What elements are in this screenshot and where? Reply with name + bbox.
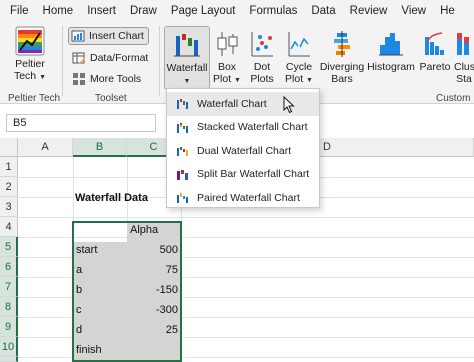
menu-item-dual-waterfall-chart[interactable]: Dual Waterfall Chart <box>167 139 319 163</box>
mouse-cursor-icon <box>283 96 295 114</box>
menu-item-label: Waterfall Chart <box>197 97 267 110</box>
peltier-label-2: Tech <box>13 70 37 82</box>
cycle-plot-label-1: Cycle <box>285 61 313 73</box>
tab-insert[interactable]: Insert <box>80 0 123 22</box>
insert-chart-label: Insert Chart <box>89 30 144 42</box>
menu-item-label: Split Bar Waterfall Chart <box>197 168 310 181</box>
diverging-label-1: Diverging <box>319 61 365 73</box>
dot-plots-label-2: Plots <box>250 73 274 85</box>
more-tools-label: More Tools <box>90 73 142 85</box>
diverging-label-2: Bars <box>331 73 353 85</box>
histogram-button[interactable]: Histogram <box>366 26 416 73</box>
chevron-down-icon: ▼ <box>183 78 191 85</box>
grid-divider <box>18 217 474 218</box>
menu-item-label: Stacked Waterfall Chart <box>197 121 308 134</box>
pareto-button[interactable]: Pareto <box>418 26 452 73</box>
menu-item-stacked-waterfall-chart[interactable]: Stacked Waterfall Chart <box>167 116 319 140</box>
chevron-down-icon: ▼ <box>39 74 47 81</box>
cluster-label-1: Clus <box>454 61 474 73</box>
waterfall-chart-icon <box>177 99 188 110</box>
paired-waterfall-icon <box>177 193 188 204</box>
cycle-plot-icon <box>288 32 310 57</box>
waterfall-chart-icon <box>174 34 200 57</box>
tab-home[interactable]: Home <box>36 0 81 22</box>
box-plot-button[interactable]: Box Plot ▼ <box>212 26 242 87</box>
tab-draw[interactable]: Draw <box>123 0 164 22</box>
group-label-toolset: Toolset <box>95 93 127 104</box>
menu-bar: File Home Insert Draw Page Layout Formul… <box>0 0 474 22</box>
histogram-label: Histogram <box>367 61 415 73</box>
group-label-custom: Custom <box>436 93 471 104</box>
table-title: Waterfall Data <box>75 192 148 204</box>
data-format-label: Data/Format <box>90 52 149 64</box>
dot-plots-label-1: Dot <box>253 61 271 73</box>
column-header-b[interactable]: B <box>73 138 127 157</box>
menu-item-waterfall-chart[interactable]: Waterfall Chart <box>167 92 319 116</box>
column-header-a[interactable]: A <box>18 138 73 157</box>
row-header-1[interactable]: 1 <box>0 157 18 177</box>
group-divider <box>62 26 63 96</box>
cluster-stack-button[interactable]: Clus Sta <box>454 26 474 85</box>
row-header-6[interactable]: 6 <box>0 257 18 277</box>
data-format-icon <box>72 52 85 64</box>
insert-chart-icon <box>71 30 85 42</box>
stacked-waterfall-icon <box>177 122 188 133</box>
row-header-10[interactable]: 10 <box>0 337 18 357</box>
box-plot-label-2: Plot <box>213 73 232 85</box>
tab-file[interactable]: File <box>0 0 36 22</box>
row-header-4[interactable]: 4 <box>0 217 18 237</box>
selection-border <box>72 221 182 362</box>
data-format-button[interactable]: Data/Format <box>72 49 148 67</box>
tab-help[interactable]: He <box>433 0 462 22</box>
menu-item-split-bar-waterfall-chart[interactable]: Split Bar Waterfall Chart <box>167 163 319 187</box>
group-divider <box>159 26 160 96</box>
peltier-tech-button[interactable]: Peltier Tech ▼ <box>8 26 52 84</box>
insert-chart-button[interactable]: Insert Chart <box>68 27 149 45</box>
menu-item-paired-waterfall-chart[interactable]: Paired Waterfall Chart <box>167 186 319 210</box>
row-header-2[interactable]: 2 <box>0 177 18 197</box>
waterfall-label: Waterfall <box>166 62 208 74</box>
peltier-label-1: Peltier <box>15 58 45 70</box>
cluster-stack-icon <box>457 33 469 55</box>
menu-item-label: Paired Waterfall Chart <box>197 191 300 204</box>
row-header-11[interactable] <box>0 357 18 362</box>
cluster-label-2: Sta <box>456 73 472 85</box>
waterfall-dropdown-menu: Waterfall Chart Stacked Waterfall Chart … <box>166 88 320 208</box>
tab-view[interactable]: View <box>394 0 433 22</box>
cycle-plot-label-2: Plot <box>285 73 304 85</box>
waterfall-button[interactable]: Waterfall ▼ <box>164 26 210 90</box>
select-all-corner[interactable] <box>0 138 18 157</box>
row-header-5[interactable]: 5 <box>0 237 18 257</box>
group-label-peltier: Peltier Tech <box>8 93 61 104</box>
name-box[interactable]: B5 <box>6 114 156 132</box>
row-header-8[interactable]: 8 <box>0 297 18 317</box>
row-header-3[interactable]: 3 <box>0 197 18 217</box>
chevron-down-icon: ▼ <box>306 77 313 84</box>
tab-review[interactable]: Review <box>343 0 395 22</box>
pareto-icon <box>425 32 444 55</box>
cycle-plot-button[interactable]: Cycle Plot ▼ <box>282 26 316 87</box>
box-plot-label-1: Box <box>217 61 237 73</box>
split-bar-waterfall-icon <box>177 169 188 180</box>
row-header-9[interactable]: 9 <box>0 317 18 337</box>
histogram-icon <box>379 33 403 56</box>
menu-item-label: Dual Waterfall Chart <box>197 144 292 157</box>
tab-page-layout[interactable]: Page Layout <box>164 0 243 22</box>
dual-waterfall-icon <box>177 147 188 157</box>
diverging-bars-icon <box>334 31 350 57</box>
grid-tools-icon <box>73 73 85 85</box>
pareto-label: Pareto <box>419 61 451 73</box>
tab-formulas[interactable]: Formulas <box>242 0 304 22</box>
diverging-bars-button[interactable]: Diverging Bars <box>318 26 366 85</box>
row-header-7[interactable]: 7 <box>0 277 18 297</box>
tab-data[interactable]: Data <box>304 0 342 22</box>
box-plot-icon <box>217 32 238 56</box>
dot-plot-icon <box>251 32 273 57</box>
peltier-logo-icon <box>15 26 45 56</box>
chevron-down-icon: ▼ <box>234 77 241 84</box>
more-tools-button[interactable]: More Tools <box>72 70 141 88</box>
